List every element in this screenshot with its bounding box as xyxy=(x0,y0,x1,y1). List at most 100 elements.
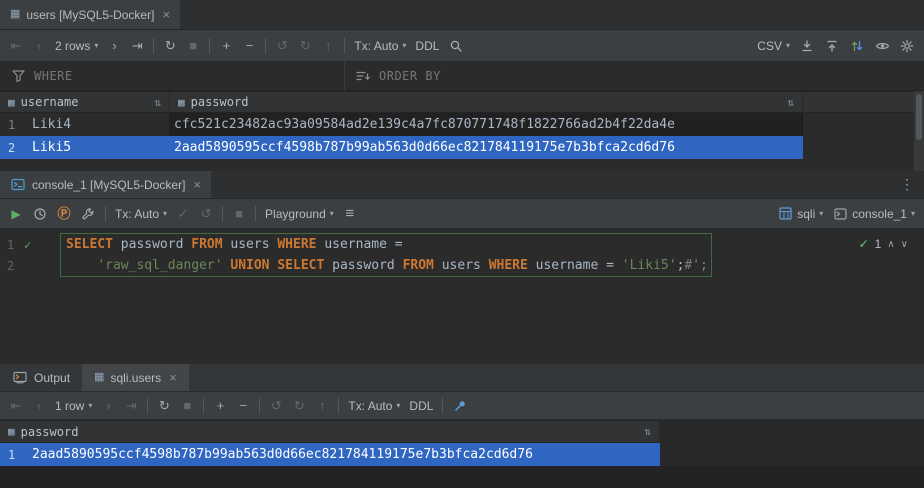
revert-icon[interactable]: ↺ xyxy=(269,399,283,412)
table-row[interactable]: 2Liki52aad5890595ccf4598b787b99ab563d0d6… xyxy=(0,136,803,159)
close-icon[interactable]: × xyxy=(162,7,170,22)
add-row-icon[interactable]: + xyxy=(213,399,227,412)
tab-output[interactable]: Output xyxy=(0,364,82,391)
execute-play-icon[interactable]: ▶ xyxy=(9,208,23,220)
next-result-icon[interactable]: ∨ xyxy=(901,239,908,250)
close-icon[interactable]: × xyxy=(169,370,177,385)
chevron-down-icon: ▾ xyxy=(911,209,915,218)
scrollbar-thumb[interactable] xyxy=(916,94,922,140)
session-selector[interactable]: console_1 ▾ xyxy=(832,206,915,222)
last-page-icon[interactable]: ⇥ xyxy=(130,39,144,52)
pin-tab-icon[interactable] xyxy=(452,398,468,414)
row-number: 1 xyxy=(0,118,28,132)
previous-result-icon[interactable]: ∧ xyxy=(887,239,894,250)
result-grid-body: 12aad5890595ccf4598b787b99ab563d0d66ec82… xyxy=(0,443,660,466)
first-page-icon[interactable]: ⇤ xyxy=(9,399,23,412)
table-cell[interactable]: 2aad5890595ccf4598b787b99ab563d0d66ec821… xyxy=(28,443,660,466)
page-size-selector[interactable]: 2 rows ▾ xyxy=(55,39,98,53)
order-by-field[interactable]: ORDER BY xyxy=(345,62,924,90)
first-page-icon[interactable]: ⇤ xyxy=(9,39,23,52)
tab-console-1[interactable]: console_1 [MySQL5-Docker] × xyxy=(0,171,211,198)
toolbar-separator xyxy=(344,38,345,54)
tab-result-sqli-users[interactable]: ▦ sqli.users × xyxy=(82,364,189,391)
where-filter-field[interactable]: WHERE xyxy=(0,62,345,90)
rollback-icon[interactable]: ↺ xyxy=(199,207,213,220)
tx-mode-selector[interactable]: Tx: Auto ▾ xyxy=(354,39,406,53)
history-clock-icon[interactable] xyxy=(32,206,48,222)
delete-row-icon[interactable]: − xyxy=(236,399,250,412)
export-data-icon[interactable] xyxy=(799,38,815,54)
commit-icon[interactable]: ✓ xyxy=(176,207,190,220)
sync-arrows-icon[interactable] xyxy=(849,38,865,54)
submit-icon[interactable]: ↑ xyxy=(315,399,329,412)
tx-mode-selector[interactable]: Tx: Auto ▾ xyxy=(115,207,167,221)
table-cell[interactable]: cfc521c23482ac93a09584ad2e139c4a7fc87077… xyxy=(170,113,803,136)
wrench-icon[interactable] xyxy=(80,206,96,222)
table-cell[interactable]: Liki5 xyxy=(28,136,170,159)
last-page-icon[interactable]: ⇥ xyxy=(124,399,138,412)
ddl-button[interactable]: DDL xyxy=(415,39,439,53)
revert-icon[interactable]: ↺ xyxy=(275,39,289,52)
add-row-icon[interactable]: + xyxy=(219,39,233,52)
more-options-icon[interactable]: ⋮ xyxy=(900,171,924,198)
code-text[interactable]: 'raw_sql_danger' UNION SELECT password F… xyxy=(60,258,708,273)
editor-line[interactable]: 1✓SELECT password FROM users WHERE usern… xyxy=(0,234,924,255)
tab-title: sqli.users xyxy=(110,371,161,385)
tab-users-table[interactable]: ▦ users [MySQL5-Docker] × xyxy=(0,0,180,29)
output-view-icon[interactable]: ≡ xyxy=(343,206,357,221)
submit-icon[interactable]: ↑ xyxy=(321,39,335,52)
vertical-scrollbar[interactable] xyxy=(914,91,924,171)
tx-mode-label: Tx: Auto xyxy=(115,207,159,221)
editor-line[interactable]: 2 'raw_sql_danger' UNION SELECT password… xyxy=(0,255,924,276)
table-cell[interactable]: Liki4 xyxy=(28,113,170,136)
eye-icon[interactable] xyxy=(874,38,890,54)
chevron-down-icon: ▾ xyxy=(396,401,400,410)
code-text[interactable]: SELECT password FROM users WHERE usernam… xyxy=(60,237,403,252)
sort-icon[interactable]: ⇅ xyxy=(644,425,651,438)
search-icon[interactable] xyxy=(448,38,464,54)
table-row[interactable]: 1Liki4cfc521c23482ac93a09584ad2e139c4a7f… xyxy=(0,113,803,136)
stop-icon[interactable]: ■ xyxy=(232,207,246,220)
ddl-button[interactable]: DDL xyxy=(409,399,433,413)
statement-result-navigator[interactable]: ✓ 1 ∧ ∨ xyxy=(859,237,908,251)
reload-icon[interactable]: ↻ xyxy=(163,39,177,52)
table-cell[interactable]: 2aad5890595ccf4598b787b99ab563d0d66ec821… xyxy=(170,136,803,159)
parameters-icon[interactable]: Ⓟ xyxy=(57,207,71,220)
previous-page-icon[interactable]: ‹ xyxy=(32,39,46,52)
result-toolbar: ⇤ ‹ 1 row ▾ › ⇥ ↻ ■ + − ↺ ↻ ↑ Tx: Auto ▾… xyxy=(0,392,924,420)
delete-row-icon[interactable]: − xyxy=(242,39,256,52)
redo-icon[interactable]: ↻ xyxy=(292,399,306,412)
sort-icon[interactable]: ⇅ xyxy=(154,96,161,109)
chevron-down-icon: ▾ xyxy=(330,209,334,218)
column-header-label: password xyxy=(21,425,79,439)
toolbar-separator xyxy=(222,206,223,222)
stop-icon[interactable]: ■ xyxy=(186,39,200,52)
table-row[interactable]: 12aad5890595ccf4598b787b99ab563d0d66ec82… xyxy=(0,443,660,466)
tx-mode-selector[interactable]: Tx: Auto ▾ xyxy=(348,399,400,413)
close-icon[interactable]: × xyxy=(193,177,201,192)
tab-title: console_1 [MySQL5-Docker] xyxy=(32,178,185,192)
toolbar-separator xyxy=(442,398,443,414)
next-page-icon[interactable]: › xyxy=(107,39,121,52)
column-icon: ▦ xyxy=(8,96,15,109)
import-data-icon[interactable] xyxy=(824,38,840,54)
export-format-selector[interactable]: CSV ▾ xyxy=(757,39,790,53)
gear-icon[interactable] xyxy=(899,38,915,54)
sql-editor[interactable]: 1✓SELECT password FROM users WHERE usern… xyxy=(0,229,924,364)
filter-funnel-icon xyxy=(10,68,26,84)
column-header-password[interactable]: ▦ password ⇅ xyxy=(170,92,803,112)
console-icon xyxy=(832,206,848,222)
redo-icon[interactable]: ↻ xyxy=(298,39,312,52)
column-header-password[interactable]: ▦ password ⇅ xyxy=(0,421,660,442)
previous-page-icon[interactable]: ‹ xyxy=(32,399,46,412)
next-page-icon[interactable]: › xyxy=(101,399,115,412)
table-icon: ▦ xyxy=(94,372,104,383)
playground-mode-selector[interactable]: Playground ▾ xyxy=(265,207,334,221)
sort-icon[interactable]: ⇅ xyxy=(787,96,794,109)
reload-icon[interactable]: ↻ xyxy=(157,399,171,412)
schema-selector[interactable]: sqli ▾ xyxy=(777,206,823,222)
tx-mode-label: Tx: Auto xyxy=(348,399,392,413)
stop-icon[interactable]: ■ xyxy=(180,399,194,412)
page-size-selector[interactable]: 1 row ▾ xyxy=(55,399,92,413)
column-header-username[interactable]: ▦ username ⇅ xyxy=(0,92,170,112)
